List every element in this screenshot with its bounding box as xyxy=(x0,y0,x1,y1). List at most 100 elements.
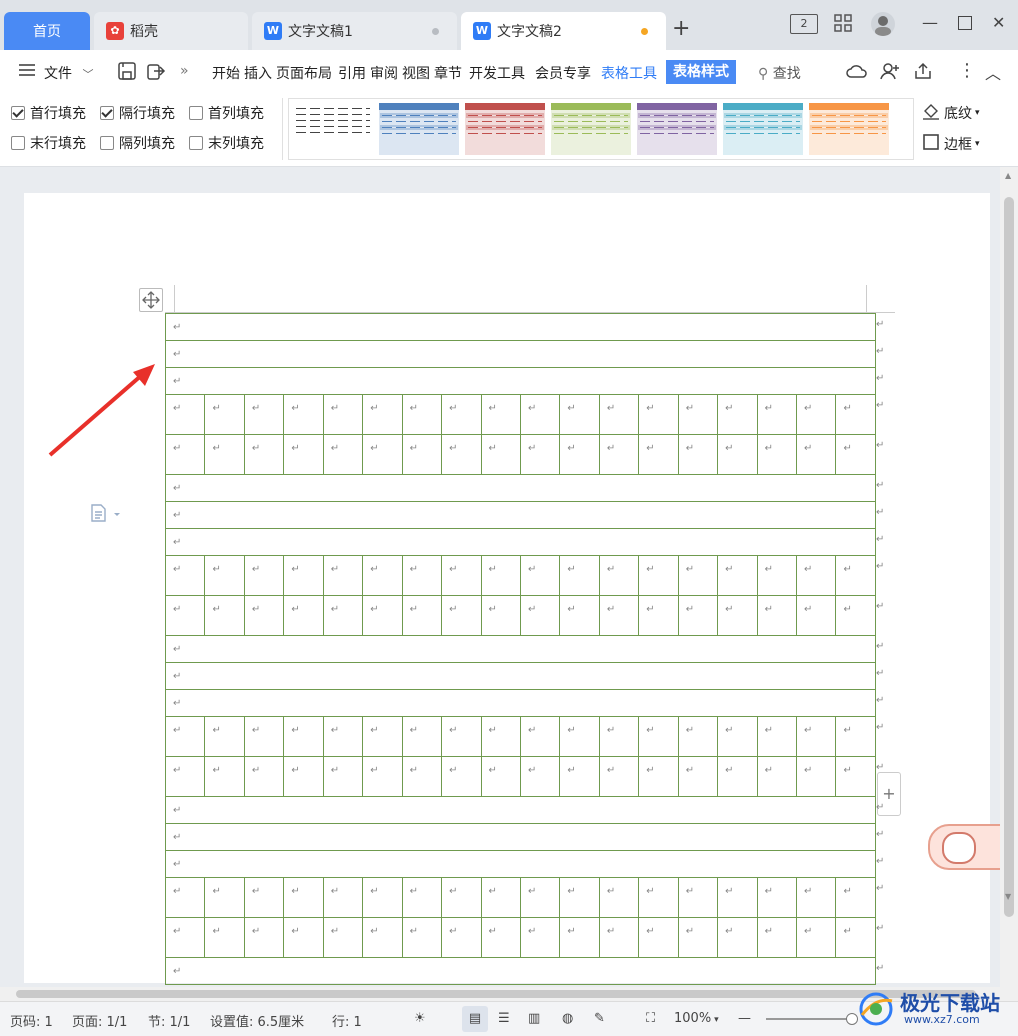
table-row[interactable]: ↵ xyxy=(165,340,876,368)
table-cell[interactable]: ↵ xyxy=(362,595,403,636)
table-cell[interactable]: ↵ xyxy=(559,394,600,435)
status-pages[interactable]: 页面: 1/1 xyxy=(72,1011,127,1030)
table-cell[interactable]: ↵ xyxy=(756,877,798,918)
export-icon[interactable] xyxy=(146,61,166,85)
table-cell[interactable]: ↵ xyxy=(717,555,758,596)
table-row[interactable]: ↵ xyxy=(165,313,876,341)
table-cell[interactable]: ↵ xyxy=(638,434,679,475)
table-cell[interactable]: ↵ xyxy=(204,917,245,958)
table-cell[interactable]: ↵ xyxy=(401,595,443,636)
table-cell[interactable]: ↵ xyxy=(362,555,403,596)
table-cell[interactable]: ↵ xyxy=(164,434,206,475)
share-icon[interactable] xyxy=(914,62,932,84)
table-cell[interactable]: ↵ xyxy=(204,394,245,435)
table-cell[interactable]: ↵ xyxy=(283,917,324,958)
table-cell[interactable]: ↵ xyxy=(638,716,679,757)
table-cell[interactable]: ↵ xyxy=(164,394,206,435)
table-cell[interactable]: ↵ xyxy=(243,917,285,958)
table-cell[interactable]: ↵ xyxy=(165,957,876,985)
zoom-slider[interactable] xyxy=(766,1013,858,1025)
unsaved-dot[interactable] xyxy=(641,28,648,35)
table-cell[interactable]: ↵ xyxy=(480,756,521,797)
table-row[interactable]: ↵ xyxy=(165,528,876,556)
table-cell[interactable]: ↵ xyxy=(164,877,206,918)
table-cell[interactable]: ↵ xyxy=(243,394,285,435)
table-cell[interactable]: ↵ xyxy=(756,555,798,596)
table-cell[interactable]: ↵ xyxy=(165,313,876,341)
table-cell[interactable]: ↵ xyxy=(441,595,482,636)
table-cell[interactable]: ↵ xyxy=(165,367,876,395)
table-cell[interactable]: ↵ xyxy=(322,917,364,958)
table-cell[interactable]: ↵ xyxy=(283,877,324,918)
table-cell[interactable]: ↵ xyxy=(401,394,443,435)
table-cell[interactable]: ↵ xyxy=(204,716,245,757)
page-view-icon[interactable]: ▤ xyxy=(462,1006,488,1032)
table-cell[interactable]: ↵ xyxy=(559,434,600,475)
close-button[interactable]: ✕ xyxy=(992,13,1005,32)
table-cell[interactable]: ↵ xyxy=(835,595,876,636)
table-cell[interactable]: ↵ xyxy=(204,877,245,918)
fit-page-icon[interactable]: ⛶ xyxy=(646,1011,655,1026)
table-cell[interactable]: ↵ xyxy=(756,716,798,757)
checkbox-last-row-fill[interactable]: 末行填充 xyxy=(11,133,86,153)
table-cell[interactable]: ↵ xyxy=(638,555,679,596)
table-cell[interactable]: ↵ xyxy=(441,555,482,596)
table-cell[interactable]: ↵ xyxy=(164,756,206,797)
reading-view-icon[interactable]: ▥ xyxy=(528,1011,540,1026)
table-cell[interactable]: ↵ xyxy=(165,474,876,502)
table-cell[interactable]: ↵ xyxy=(322,555,364,596)
table-cell[interactable]: ↵ xyxy=(795,877,837,918)
table-cell[interactable]: ↵ xyxy=(243,716,285,757)
avatar[interactable] xyxy=(871,12,895,36)
table-cell[interactable]: ↵ xyxy=(795,555,837,596)
table-cell[interactable]: ↵ xyxy=(164,555,206,596)
table-cell[interactable]: ↵ xyxy=(519,394,561,435)
hamburger-icon[interactable] xyxy=(18,62,36,82)
table-cell[interactable]: ↵ xyxy=(165,662,876,690)
multi-window-icon[interactable]: 2 xyxy=(790,14,818,34)
status-section[interactable]: 节: 1/1 xyxy=(148,1011,190,1030)
table-cell[interactable]: ↵ xyxy=(677,394,719,435)
table-style-swatch[interactable] xyxy=(293,103,373,155)
table-cell[interactable]: ↵ xyxy=(677,756,719,797)
search-button[interactable]: ⚲ 查找 xyxy=(758,63,801,83)
document-table[interactable]: ↵ ↵ ↵ ↵ ↵ ↵ ↵ ↵ ↵ ↵ ↵ ↵ ↵ ↵ ↵ ↵ ↵ ↵ ↵ ↵ ↵ ↵ ↵ ↵ ↵ ↵ ↵ ↵ ↵ ↵ ↵ ↵ ↵ ↵ ↵ ↵ ↵ ↵ ↵ ↵… xyxy=(164,313,876,985)
table-cell[interactable]: ↵ xyxy=(598,877,640,918)
tab-review[interactable]: 审阅 xyxy=(370,63,398,83)
border-button[interactable]: 边框 ▾ xyxy=(922,133,980,155)
table-cell[interactable]: ↵ xyxy=(362,877,403,918)
tab-home[interactable]: 首页 xyxy=(4,12,90,50)
outline-view-icon[interactable]: ☰ xyxy=(498,1011,510,1026)
table-row[interactable]: ↵ ↵ ↵ ↵ ↵ ↵ ↵ ↵ ↵ ↵ ↵ ↵ ↵ ↵ ↵ ↵ ↵ ↵ xyxy=(164,394,876,435)
table-cell[interactable]: ↵ xyxy=(598,917,640,958)
table-row[interactable]: ↵ ↵ ↵ ↵ ↵ ↵ ↵ ↵ ↵ ↵ ↵ ↵ ↵ ↵ ↵ ↵ ↵ ↵ xyxy=(164,595,876,636)
table-cell[interactable]: ↵ xyxy=(835,555,876,596)
table-row[interactable]: ↵ xyxy=(165,957,876,985)
table-cell[interactable]: ↵ xyxy=(441,917,482,958)
zoom-out-button[interactable]: — xyxy=(738,1011,751,1026)
table-cell[interactable]: ↵ xyxy=(717,394,758,435)
table-cell[interactable]: ↵ xyxy=(243,555,285,596)
table-cell[interactable]: ↵ xyxy=(322,394,364,435)
table-cell[interactable]: ↵ xyxy=(519,716,561,757)
maximize-button[interactable] xyxy=(958,16,972,30)
table-cell[interactable]: ↵ xyxy=(756,917,798,958)
table-cell[interactable]: ↵ xyxy=(165,689,876,717)
table-cell[interactable]: ↵ xyxy=(677,434,719,475)
table-cell[interactable]: ↵ xyxy=(283,555,324,596)
status-setting-value[interactable]: 设置值: 6.5厘米 xyxy=(210,1011,304,1030)
table-cell[interactable]: ↵ xyxy=(401,877,443,918)
table-cell[interactable]: ↵ xyxy=(480,394,521,435)
table-cell[interactable]: ↵ xyxy=(480,917,521,958)
tab-page-layout[interactable]: 页面布局 xyxy=(276,63,332,83)
table-cell[interactable]: ↵ xyxy=(756,756,798,797)
table-style-swatch[interactable] xyxy=(637,103,717,155)
table-cell[interactable]: ↵ xyxy=(795,434,837,475)
web-view-icon[interactable]: ◍ xyxy=(562,1011,573,1026)
table-cell[interactable]: ↵ xyxy=(362,434,403,475)
table-cell[interactable]: ↵ xyxy=(362,394,403,435)
table-cell[interactable]: ↵ xyxy=(441,716,482,757)
table-cell[interactable]: ↵ xyxy=(835,434,876,475)
table-move-handle-icon[interactable] xyxy=(139,288,163,312)
table-row[interactable]: ↵ xyxy=(165,662,876,690)
